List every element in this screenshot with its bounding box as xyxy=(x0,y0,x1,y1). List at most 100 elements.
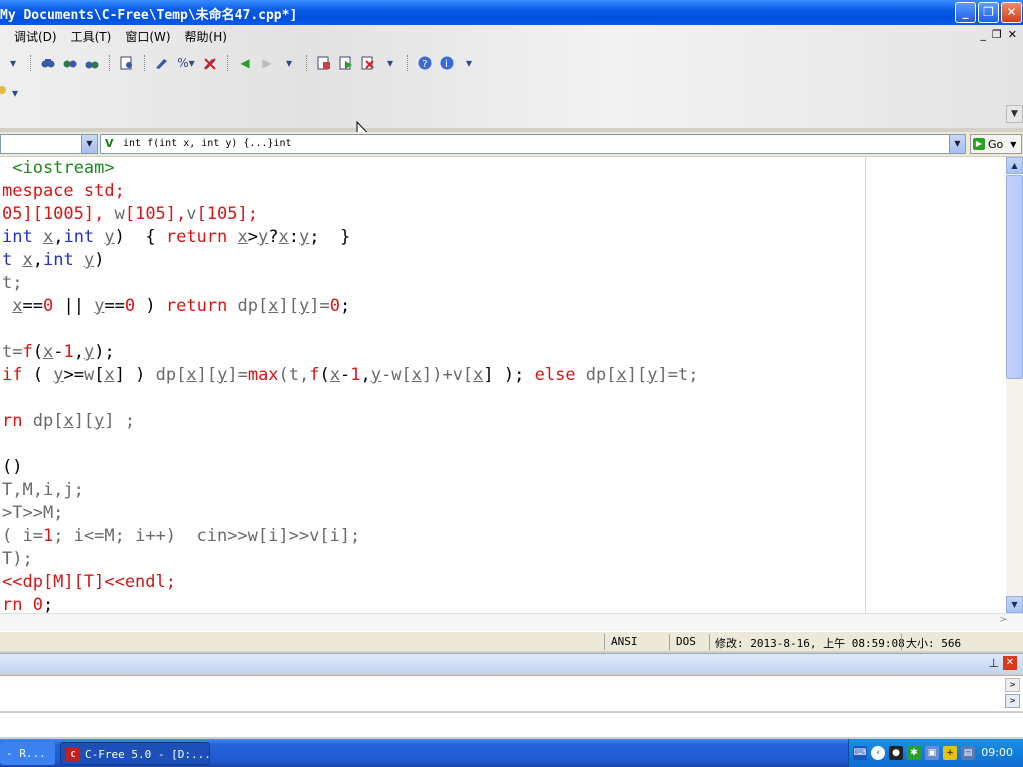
chevron-down-icon[interactable]: ▾ xyxy=(280,55,298,71)
code-line[interactable]: t; xyxy=(2,272,698,295)
code-token: <iostream> xyxy=(2,158,115,178)
back-arrow-icon[interactable]: ◀ xyxy=(236,55,254,71)
menu-tools[interactable]: 工具(T) xyxy=(71,28,112,45)
menu-help[interactable]: 帮助(H) xyxy=(185,28,227,45)
scroll-right-icon[interactable]: > xyxy=(999,615,1007,625)
go-button[interactable]: ▶ Go ▼ xyxy=(970,134,1022,154)
chevron-down-icon[interactable]: ▾ xyxy=(381,55,399,71)
scroll-thumb[interactable] xyxy=(1006,175,1023,379)
status-separator xyxy=(709,634,710,650)
find-in-files-icon[interactable] xyxy=(118,55,136,71)
taskbar-item-cfree[interactable]: C C-Free 5.0 - [D:... xyxy=(60,742,211,765)
code-editor[interactable]: <iostream> mespace std; 05][1005], w[105],… xyxy=(0,157,1023,615)
close-button[interactable]: ✕ xyxy=(1001,2,1022,23)
code-token: int xyxy=(63,227,105,247)
mdi-restore-button[interactable]: ❐ xyxy=(992,28,1002,41)
code-line[interactable]: mespace std; xyxy=(2,180,698,203)
code-token: - xyxy=(340,365,351,385)
code-line[interactable]: () xyxy=(2,456,698,479)
code-token: int xyxy=(2,227,43,247)
function-selector-value: int f(int x, int y) {...}int xyxy=(123,138,292,149)
info-icon[interactable]: i xyxy=(438,55,456,71)
status-size: 大小: 566 xyxy=(906,637,962,650)
forward-arrow-icon[interactable]: ▶ xyxy=(258,55,276,71)
code-line[interactable]: T,M,i,j; xyxy=(2,479,698,502)
code-token: x xyxy=(63,411,74,431)
output-panel-header: ⊥ ✕ xyxy=(0,653,1023,673)
scroll-up-button[interactable]: ▲ xyxy=(1006,157,1023,174)
code-token: 0 xyxy=(42,296,54,316)
network-icon[interactable]: ▣ xyxy=(925,746,939,760)
star-icon[interactable]: ✱ xyxy=(907,746,921,760)
code-token: x xyxy=(104,365,115,385)
compile-icon[interactable] xyxy=(315,55,333,71)
code-line[interactable]: >T>>M; xyxy=(2,502,698,525)
plus-icon[interactable]: + xyxy=(943,746,957,760)
scroll-down-button[interactable]: ▼ xyxy=(1006,596,1023,613)
pin-icon[interactable]: ⊥ xyxy=(989,656,999,670)
code-line[interactable]: T); xyxy=(2,548,698,571)
main-toolbar: ▾ %▾ ◀ ▶ ▾ ▾ ? i ▾ xyxy=(0,52,478,74)
code-line[interactable]: x==0 || y==0 ) return dp[x][y]=0; xyxy=(2,295,698,318)
code-area[interactable]: <iostream> mespace std; 05][1005], w[105],… xyxy=(2,157,698,617)
code-token: ); xyxy=(94,342,115,362)
code-line[interactable]: 05][1005], w[105],v[105]; xyxy=(2,203,698,226)
toolbar-scroll-down-button[interactable]: ▼ xyxy=(1006,105,1023,123)
chevron-left-icon[interactable]: ‹ xyxy=(871,746,885,760)
monitor-icon[interactable]: ▤ xyxy=(961,746,975,760)
chevron-down-icon[interactable]: ▼ xyxy=(949,135,965,153)
code-token: (t, xyxy=(278,365,310,385)
code-token: [105], xyxy=(124,204,187,224)
code-line[interactable]: if ( y>=w[x] ) dp[x][y]=max(t,f(x-1,y-w[… xyxy=(2,364,698,387)
code-line[interactable]: ( i=1; i<=M; i++) cin>>w[i]>>v[i]; xyxy=(2,525,698,548)
editor-horizontal-scrollbar[interactable]: > xyxy=(0,613,1023,631)
chevron-down-icon[interactable]: ▾ xyxy=(460,55,478,71)
clear-bookmarks-icon[interactable] xyxy=(201,55,219,71)
code-line[interactable]: <iostream> xyxy=(2,157,698,180)
code-line[interactable]: t x,int y) xyxy=(2,249,698,272)
code-line[interactable] xyxy=(2,318,698,341)
function-selector[interactable]: V int f(int x, int y) {...}int ▼ xyxy=(100,134,966,154)
chevron-down-icon[interactable]: ▼ xyxy=(81,135,97,153)
stop-build-icon[interactable] xyxy=(359,55,377,71)
code-line[interactable] xyxy=(2,387,698,410)
secondary-toolbar: ▾ xyxy=(0,83,18,101)
build-icon[interactable] xyxy=(337,55,355,71)
code-line[interactable]: int x,int y) { return x>y?x:y; } xyxy=(2,226,698,249)
code-line[interactable]: <<dp[M][T]<<endl; xyxy=(2,571,698,594)
find-next-icon[interactable] xyxy=(61,55,79,71)
scroll-up-button[interactable]: > xyxy=(1005,678,1020,692)
code-token: > xyxy=(247,227,258,247)
minimize-button[interactable]: _ xyxy=(955,2,976,23)
taskbar-item[interactable]: - R... xyxy=(0,742,55,765)
find-icon[interactable] xyxy=(39,55,57,71)
code-token: == xyxy=(104,296,125,316)
code-token: else xyxy=(534,365,586,385)
bookmark-icon[interactable] xyxy=(153,55,171,71)
editor-vertical-scrollbar[interactable]: ▲ ▼ xyxy=(1006,157,1023,613)
code-token: if xyxy=(2,365,33,385)
menu-debug[interactable]: 调试(D) xyxy=(14,28,57,45)
maximize-button[interactable]: ❐ xyxy=(978,2,999,23)
code-line[interactable]: rn dp[x][y] ; xyxy=(2,410,698,433)
menu-window[interactable]: 窗口(W) xyxy=(125,28,170,45)
code-line[interactable]: t=f(x-1,y); xyxy=(2,341,698,364)
output-panel[interactable]: > > xyxy=(0,675,1023,711)
title-bar[interactable]: My Documents\C-Free\Temp\未命名47.cpp*] _ ❐… xyxy=(0,0,1023,25)
percent-icon[interactable]: %▾ xyxy=(175,55,197,71)
replace-icon[interactable] xyxy=(83,55,101,71)
close-icon[interactable]: ✕ xyxy=(1003,656,1017,670)
keyboard-icon[interactable]: ⌨ xyxy=(853,746,867,760)
help-icon[interactable]: ? xyxy=(416,55,434,71)
class-selector[interactable]: ▼ xyxy=(0,134,98,154)
mdi-minimize-button[interactable]: _ xyxy=(980,28,986,41)
chevron-down-icon[interactable]: ▾ xyxy=(6,85,24,101)
chevron-down-icon[interactable]: ▼ xyxy=(1010,140,1016,149)
scroll-down-button[interactable]: > xyxy=(1005,694,1020,708)
user-icon[interactable]: ● xyxy=(889,746,903,760)
mdi-close-button[interactable]: ✕ xyxy=(1008,28,1017,41)
code-token: y xyxy=(94,296,105,316)
code-token: ]= xyxy=(309,296,330,316)
code-line[interactable] xyxy=(2,433,698,456)
chevron-down-icon[interactable]: ▾ xyxy=(4,55,22,71)
